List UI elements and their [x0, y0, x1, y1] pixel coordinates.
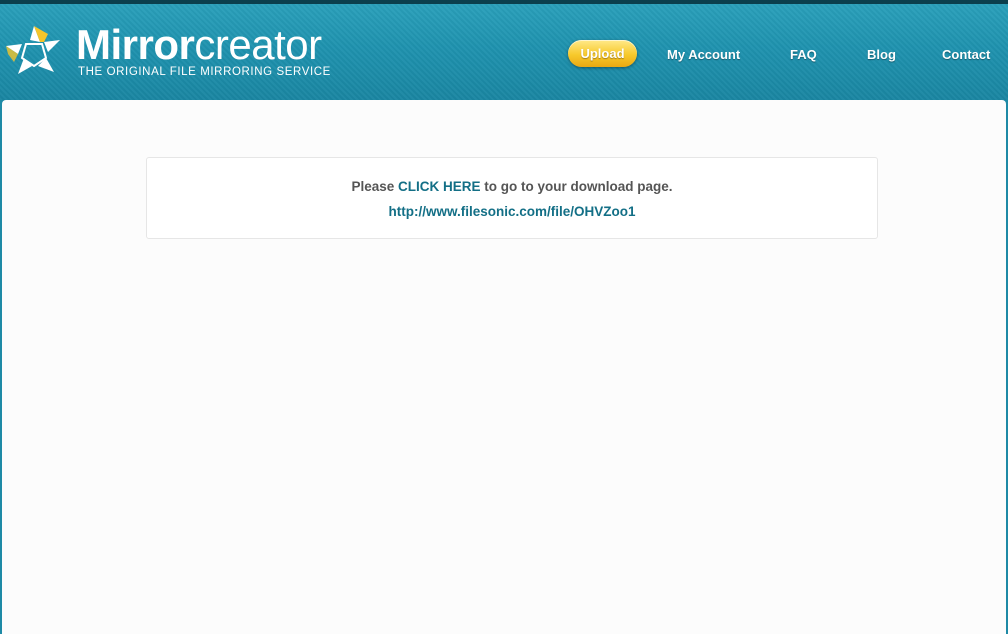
- nav-my-account[interactable]: My Account: [667, 47, 740, 62]
- notice-message: Please CLICK HERE to go to your download…: [147, 179, 877, 194]
- notice-suffix: to go to your download page.: [480, 179, 673, 194]
- site-header: Mirrorcreator THE ORIGINAL FILE MIRRORIN…: [0, 4, 1008, 100]
- main-content: Please CLICK HERE to go to your download…: [2, 100, 1006, 634]
- download-notice: Please CLICK HERE to go to your download…: [146, 157, 878, 239]
- click-here-link[interactable]: CLICK HERE: [398, 179, 481, 194]
- notice-prefix: Please: [351, 179, 399, 194]
- upload-button[interactable]: Upload: [568, 40, 637, 67]
- main-nav: Upload My Account FAQ Blog Contact: [0, 40, 1008, 70]
- download-url: http://www.filesonic.com/file/OHVZoo1: [147, 204, 877, 219]
- nav-faq[interactable]: FAQ: [790, 47, 817, 62]
- download-url-link[interactable]: http://www.filesonic.com/file/OHVZoo1: [388, 204, 635, 219]
- nav-blog[interactable]: Blog: [867, 47, 896, 62]
- nav-contact[interactable]: Contact: [942, 47, 990, 62]
